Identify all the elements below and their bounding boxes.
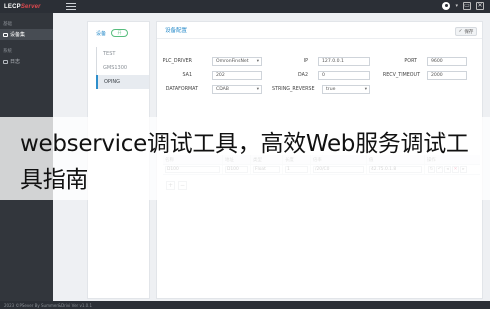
save-label: 保存	[464, 29, 474, 35]
string-reverse-select[interactable]: true	[322, 85, 370, 94]
sidebar-item-label: 日志	[10, 59, 21, 65]
sa1-label: SA1	[182, 73, 192, 78]
logo-main: LECP	[4, 3, 21, 10]
menu-toggle-icon[interactable]	[66, 2, 76, 11]
sidebar-group-basic: 基础	[3, 22, 12, 27]
protocol-list: TEST GMS1300 OPING	[96, 47, 149, 89]
da2-input[interactable]: 0	[318, 71, 370, 80]
da2-label: DA2	[298, 73, 308, 78]
dataformat-select[interactable]: CDAB	[212, 85, 262, 94]
caption-text: webservice调试工具，高效Web服务调试工具指南	[20, 131, 469, 193]
status-bar: 2023 ©PSever By Summer&Drivi Ver v1.0.1	[0, 301, 490, 309]
plc-driver-select[interactable]: OmronFinsNet	[212, 57, 262, 66]
maximize-button[interactable]: ▭	[463, 2, 471, 10]
string-reverse-label: STRING_REVERSE	[272, 87, 315, 92]
protocol-item-gms1300[interactable]: GMS1300	[97, 61, 149, 75]
device-toggle[interactable]: 开	[111, 29, 129, 37]
sidebar-item-label: 设备集	[10, 32, 26, 38]
panel-title: 设备配置	[157, 22, 482, 39]
protocol-nav-title: 设备	[96, 30, 107, 37]
app-logo: LECPServer	[0, 4, 62, 10]
title-bar: LECPServer ▾ ▭ ✕	[0, 0, 490, 13]
protocol-item-test[interactable]: TEST	[97, 47, 149, 61]
plc-driver-label: PLC_DRIVER	[162, 59, 192, 64]
protocol-item-oping[interactable]: OPING	[96, 75, 149, 89]
recv-timeout-input[interactable]: 2000	[427, 71, 467, 80]
port-label: PORT	[404, 59, 417, 64]
ip-input[interactable]: 127.0.0.1	[318, 57, 370, 66]
monitor-icon	[3, 32, 8, 37]
port-input[interactable]: 9600	[427, 57, 467, 66]
sidebar-item-devices[interactable]: 设备集	[0, 29, 53, 40]
chevron-down-icon[interactable]: ▾	[455, 3, 458, 9]
document-icon	[3, 59, 8, 64]
save-button[interactable]: ✓ 保存	[455, 27, 477, 36]
close-button[interactable]: ✕	[476, 2, 484, 10]
sidebar-item-logs[interactable]: 日志	[0, 56, 53, 67]
ip-label: IP	[303, 59, 308, 64]
sidebar-group-system: 系统	[3, 49, 12, 54]
recv-timeout-label: RECV_TIMEOUT	[382, 73, 420, 78]
check-icon: ✓	[458, 29, 463, 34]
sa1-input[interactable]: 202	[212, 71, 262, 80]
logo-accent: Server	[20, 3, 41, 10]
user-avatar-icon[interactable]	[442, 2, 451, 10]
dataformat-label: DATAFORMAT	[165, 87, 198, 92]
